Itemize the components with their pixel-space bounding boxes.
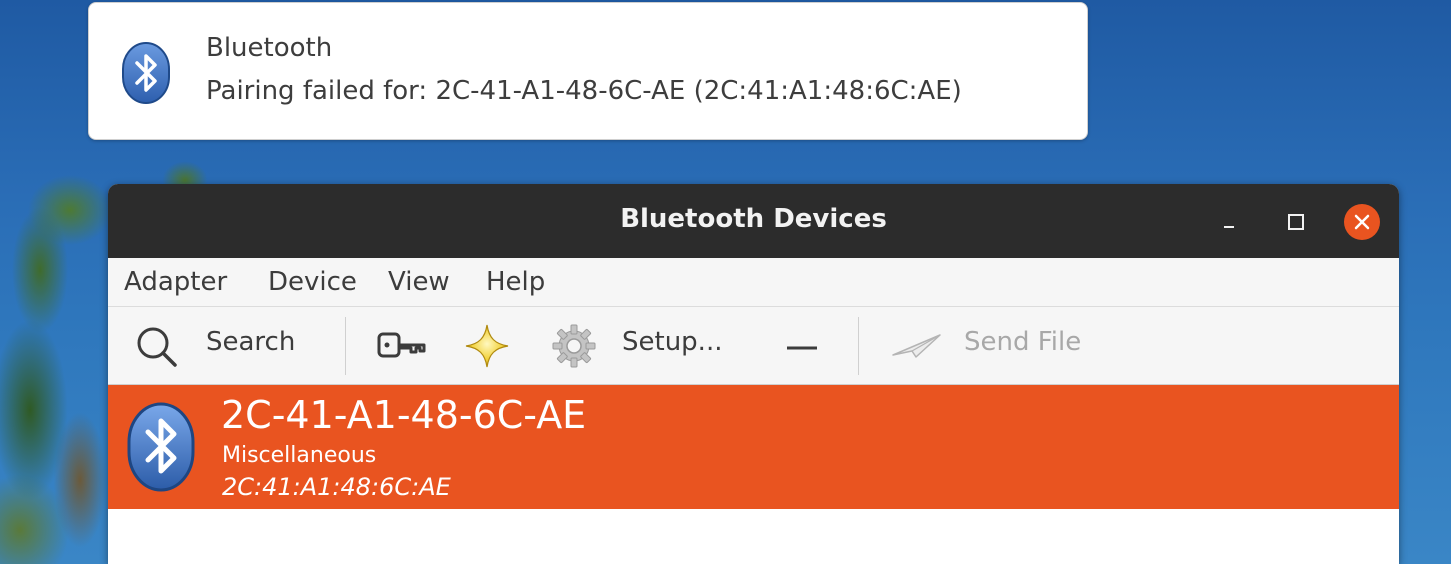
bluetooth-icon — [127, 402, 195, 492]
setup-button[interactable]: Setup... — [544, 307, 754, 384]
toolbar: Search Setup... Send File — [108, 307, 1399, 385]
device-type: Miscellaneous — [222, 443, 377, 468]
notification-popup[interactable]: Bluetooth Pairing failed for: 2C-41-A1-4… — [88, 2, 1088, 140]
paper-plane-icon — [892, 334, 941, 358]
send-file-button[interactable]: Send File — [884, 307, 1104, 384]
window-title: Bluetooth Devices — [620, 204, 887, 234]
device-name: 2C-41-A1-48-6C-AE — [221, 393, 587, 437]
maximize-button[interactable] — [1278, 204, 1314, 240]
close-button[interactable] — [1344, 204, 1380, 240]
remove-button[interactable] — [768, 307, 838, 384]
toolbar-separator — [858, 317, 859, 375]
notification-title: Bluetooth — [206, 33, 333, 63]
key-icon — [377, 332, 426, 358]
device-list: 2C-41-A1-48-6C-AE Miscellaneous 2C:41:A1… — [108, 385, 1399, 564]
menu-adapter[interactable]: Adapter — [124, 267, 227, 297]
minimize-button[interactable] — [1211, 204, 1247, 240]
device-address: 2C:41:A1:48:6C:AE — [222, 473, 451, 501]
trust-button[interactable] — [453, 307, 523, 384]
minus-icon — [787, 346, 817, 350]
menu-device[interactable]: Device — [268, 267, 357, 297]
menu-help[interactable]: Help — [486, 267, 545, 297]
gear-icon — [552, 324, 596, 368]
setup-label: Setup... — [622, 327, 723, 357]
star-icon — [465, 324, 509, 368]
title-bar[interactable]: Bluetooth Devices — [108, 184, 1399, 258]
magnifier-icon — [137, 327, 177, 367]
notification-body: Pairing failed for: 2C-41-A1-48-6C-AE (2… — [206, 76, 962, 106]
wallpaper-palm — [0, 150, 120, 564]
bluetooth-icon — [122, 42, 170, 104]
search-label: Search — [206, 327, 296, 357]
maximize-icon — [1288, 214, 1304, 230]
bluetooth-devices-window: Bluetooth Devices Adapter Device View He… — [108, 184, 1399, 564]
pair-button[interactable] — [366, 307, 436, 384]
search-button[interactable]: Search — [124, 307, 334, 384]
close-icon — [1354, 214, 1370, 230]
toolbar-separator — [345, 317, 346, 375]
minimize-icon — [1224, 226, 1234, 228]
send-file-label: Send File — [964, 327, 1082, 357]
menu-bar: Adapter Device View Help — [108, 258, 1399, 307]
device-row-selected[interactable]: 2C-41-A1-48-6C-AE Miscellaneous 2C:41:A1… — [108, 385, 1399, 509]
menu-view[interactable]: View — [388, 267, 450, 297]
